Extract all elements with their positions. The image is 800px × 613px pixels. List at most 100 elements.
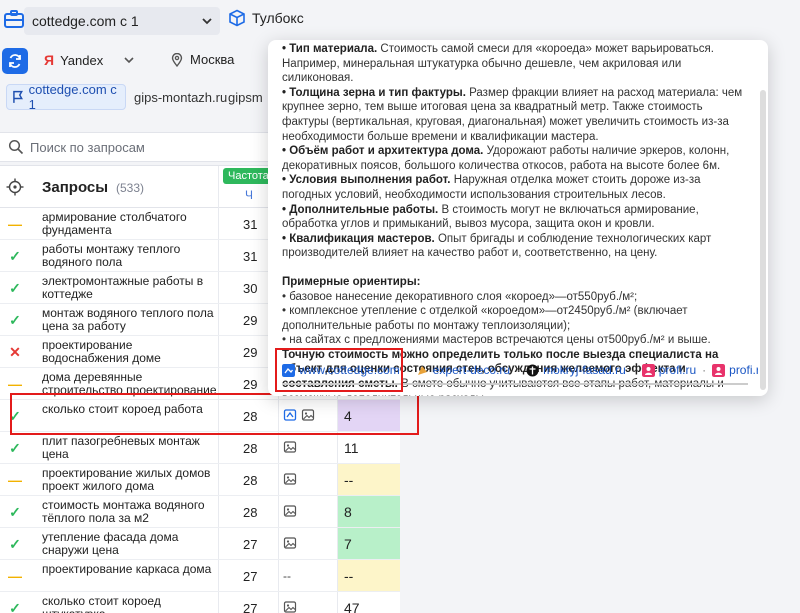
ai-answer-popup: • Тип материала. Стоимость самой смеси д… [268, 40, 768, 396]
frequency-value: 28 [243, 441, 258, 456]
image-icon[interactable] [283, 536, 297, 550]
project-select[interactable]: cottedge.com c 1 [24, 7, 220, 35]
check-icon: ✓ [9, 599, 21, 613]
query-text[interactable]: работы монтажу теплого водяного пола [42, 243, 217, 269]
region-label: Москва [190, 52, 235, 67]
check-icon: ✓ [9, 247, 21, 264]
image-icon[interactable] [283, 440, 297, 454]
table-row[interactable]: — проектирование жилых домов проект жилог… [0, 464, 400, 496]
table-row[interactable]: ✓ сколько стоит короед штукатурка 27 47 [0, 592, 400, 613]
image-icon[interactable] [283, 472, 297, 486]
source-link-label: mokryj-fasad.ru [543, 363, 626, 377]
dash-icon: — [8, 568, 22, 584]
frequency-value: 28 [243, 505, 258, 520]
highlighted-source-frame [275, 348, 403, 392]
answer-heading: • Условия выполнения работ. [282, 174, 451, 187]
frequency-value: 28 [243, 473, 258, 488]
position-cell[interactable]: -- [338, 560, 400, 591]
query-text[interactable]: проектирование жилых домов проект жилого… [42, 467, 217, 493]
source-link-mokryj-fasad[interactable]: mokryj-fasad.ru [526, 363, 626, 377]
refresh-button[interactable] [2, 48, 28, 74]
target-icon[interactable] [6, 178, 24, 196]
search-placeholder: Поиск по запросам [30, 139, 145, 155]
answer-list-item: • базовое нанесение декоративного слоя «… [282, 290, 638, 303]
table-row[interactable]: ✓ плит пазогребневых монтаж цена 28 11 [0, 432, 400, 464]
query-count: (533) [116, 181, 145, 195]
source-link-label: profi.ru [729, 363, 758, 377]
source-link-profi-2[interactable]: profi.ru [712, 363, 758, 377]
source-link-label: expert-deco.ru [432, 363, 511, 377]
position-cell[interactable]: 47 [338, 592, 400, 613]
answer-heading: Примерные ориентиры: [282, 275, 421, 288]
chevron-down-icon [202, 18, 212, 25]
frequency-column-badge[interactable]: Частота [223, 168, 274, 184]
frequency-sort-header[interactable]: Ч [245, 188, 253, 202]
expert-deco-favicon-icon [417, 365, 427, 375]
source-link-profi[interactable]: profi.ru [641, 363, 696, 377]
table-title: Запросы [42, 179, 109, 196]
query-text[interactable]: проектирование каркаса дома [42, 563, 217, 576]
check-icon: ✓ [9, 439, 21, 456]
answer-heading: • Объём работ и архитектура дома. [282, 145, 484, 158]
separator: · [405, 363, 410, 377]
tab-gipsm[interactable]: gipsm [228, 84, 263, 110]
answer-heading: • Дополнительные работы. [282, 203, 439, 216]
dash-icon: — [8, 216, 22, 232]
project-select-value: cottedge.com c 1 [32, 13, 139, 29]
image-icon[interactable] [283, 504, 297, 518]
query-text[interactable]: утепление фасада дома снаружи цена [42, 531, 217, 557]
highlighted-row-frame [10, 393, 419, 435]
position-cell[interactable]: 11 [338, 432, 400, 463]
answer-text: • Тип материала. Стоимость самой смеси д… [282, 42, 748, 396]
region-select[interactable]: Москва [170, 52, 234, 67]
query-text[interactable]: монтаж водяного теплого пола цена за раб… [42, 307, 217, 333]
frequency-value: 27 [243, 569, 258, 584]
flag-icon [13, 90, 23, 103]
check-icon: ✓ [9, 311, 21, 328]
query-text[interactable]: электромонтажные работы в коттедже [42, 275, 217, 301]
profi-favicon-icon [641, 363, 655, 377]
engine-select[interactable]: Я Yandex [44, 52, 135, 68]
check-icon: ✓ [9, 279, 21, 296]
tab-cottedge[interactable]: cottedge.com c 1 [6, 82, 126, 112]
chevron-down-icon [124, 57, 134, 64]
query-text[interactable]: армирование столбчатого фундамента [42, 211, 217, 237]
answer-heading: • Квалификация мастеров. [282, 232, 435, 245]
table-row[interactable]: ✓ стоимость монтажа водяного тёплого пола… [0, 496, 400, 528]
no-image-dash: -- [283, 569, 291, 583]
toolbox-button[interactable]: Тулбокс [228, 9, 304, 27]
answer-paragraph: • Толщина зерна и тип фактуры. Размер фр… [282, 86, 748, 144]
answer-heading: • Толщина зерна и тип фактуры. [282, 86, 466, 99]
tab-gips-montazh[interactable]: gips-montazh.ru [134, 84, 227, 110]
mokryj-fasad-favicon-icon [526, 364, 539, 376]
refresh-icon [9, 54, 21, 68]
location-pin-icon [171, 52, 183, 67]
answer-heading: • Тип материала. [282, 43, 378, 55]
position-cell[interactable]: 7 [338, 528, 400, 559]
image-icon[interactable] [283, 600, 297, 613]
position-cell[interactable]: -- [338, 464, 400, 495]
query-text[interactable]: сколько стоит короед штукатурка [42, 595, 217, 613]
source-link-expert-deco[interactable]: expert-deco.ru [416, 363, 510, 377]
position-cell[interactable]: 8 [338, 496, 400, 527]
table-row[interactable]: — проектирование каркаса дома 27 -- -- [0, 560, 400, 592]
profi-favicon-icon [712, 363, 726, 377]
separator: · [702, 363, 707, 377]
query-search-field[interactable]: Поиск по запросам [0, 132, 270, 162]
check-icon: ✓ [9, 503, 21, 520]
separator: · [631, 363, 636, 377]
answer-paragraph: • Дополнительные работы. В стоимость мог… [282, 203, 748, 232]
query-text[interactable]: плит пазогребневых монтаж цена [42, 435, 217, 461]
tab-label: gipsm [228, 89, 263, 105]
cube-icon [229, 9, 245, 27]
search-icon [8, 139, 24, 155]
answer-paragraph: • Тип материала. Стоимость самой смеси д… [282, 42, 748, 86]
answer-list-item: • комплексное утепление с отделкой «коро… [282, 305, 688, 332]
popup-scrollbar[interactable] [760, 90, 766, 390]
table-row[interactable]: ✓ утепление фасада дома снаружи цена 27 7 [0, 528, 400, 560]
query-text[interactable]: проектирование водоснабжения доме [42, 339, 217, 365]
frequency-value: 30 [243, 281, 258, 296]
briefcase-icon[interactable] [4, 10, 24, 28]
answer-paragraph: • Условия выполнения работ. Наружная отд… [282, 173, 748, 202]
query-text[interactable]: стоимость монтажа водяного тёплого пола … [42, 499, 217, 525]
